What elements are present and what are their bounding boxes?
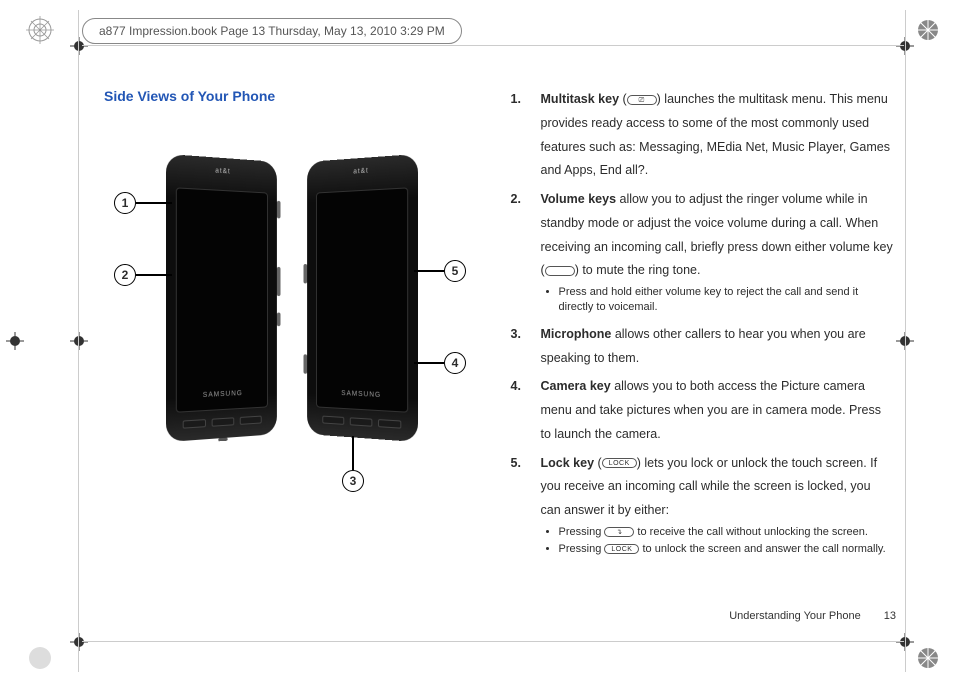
callout-3: 3 [342,436,364,492]
multitask-key-icon: ⎚ [627,95,657,105]
feature-item-camera: 4. Camera key allows you to both access … [511,375,894,446]
feature-list: 1. Multitask key (⎚) launches the multit… [511,88,894,560]
page-footer: Understanding Your Phone 13 [729,610,896,622]
feature-item-microphone: 3. Microphone allows other callers to he… [511,323,894,371]
crop-guide-line [78,10,79,672]
sub-bullet: Pressing ↴ to receive the call without u… [559,525,894,540]
document-header-tag: a877 Impression.book Page 13 Thursday, M… [82,18,462,44]
registration-mark-icon [914,644,942,672]
sub-bullet: Pressing LOCK to unlock the screen and a… [559,542,894,557]
page-number: 13 [884,610,896,622]
callout-1: 1 [114,192,172,214]
crop-guide-line [82,45,904,46]
crop-mark-icon [6,332,24,350]
section-heading: Side Views of Your Phone [104,88,483,104]
callout-2: 2 [114,264,172,286]
footer-section-name: Understanding Your Phone [729,610,861,622]
callout-4: 4 [414,352,466,374]
answer-key-icon: ↴ [604,527,634,537]
registration-mark-icon [26,644,54,672]
sub-bullet: Press and hold either volume key to reje… [559,285,894,316]
phone-carrier-label: at&t [353,167,368,175]
phone-carrier-label: at&t [215,167,230,175]
volume-key-icon [545,266,575,276]
feature-item-multitask: 1. Multitask key (⎚) launches the multit… [511,88,894,183]
registration-mark-icon [26,16,54,44]
lock-key-icon: LOCK [602,458,637,468]
registration-mark-icon [914,16,942,44]
crop-mark-icon [70,633,88,651]
crop-guide-line [82,641,904,642]
feature-item-lock: 5. Lock key (LOCK) lets you lock or unlo… [511,452,894,560]
phone-right-side-view: at&t SAMSUNG [307,154,418,442]
crop-guide-line [905,10,906,672]
lock-key-icon: LOCK [604,544,639,554]
callout-5: 5 [414,260,466,282]
crop-mark-icon [70,332,88,350]
phone-left-side-view: at&t SAMSUNG [166,154,277,442]
feature-item-volume: 2. Volume keys allow you to adjust the r… [511,188,894,318]
phone-diagram: at&t SAMSUNG at&t SAMSUNG 1 2 5 4 3 [124,134,464,524]
